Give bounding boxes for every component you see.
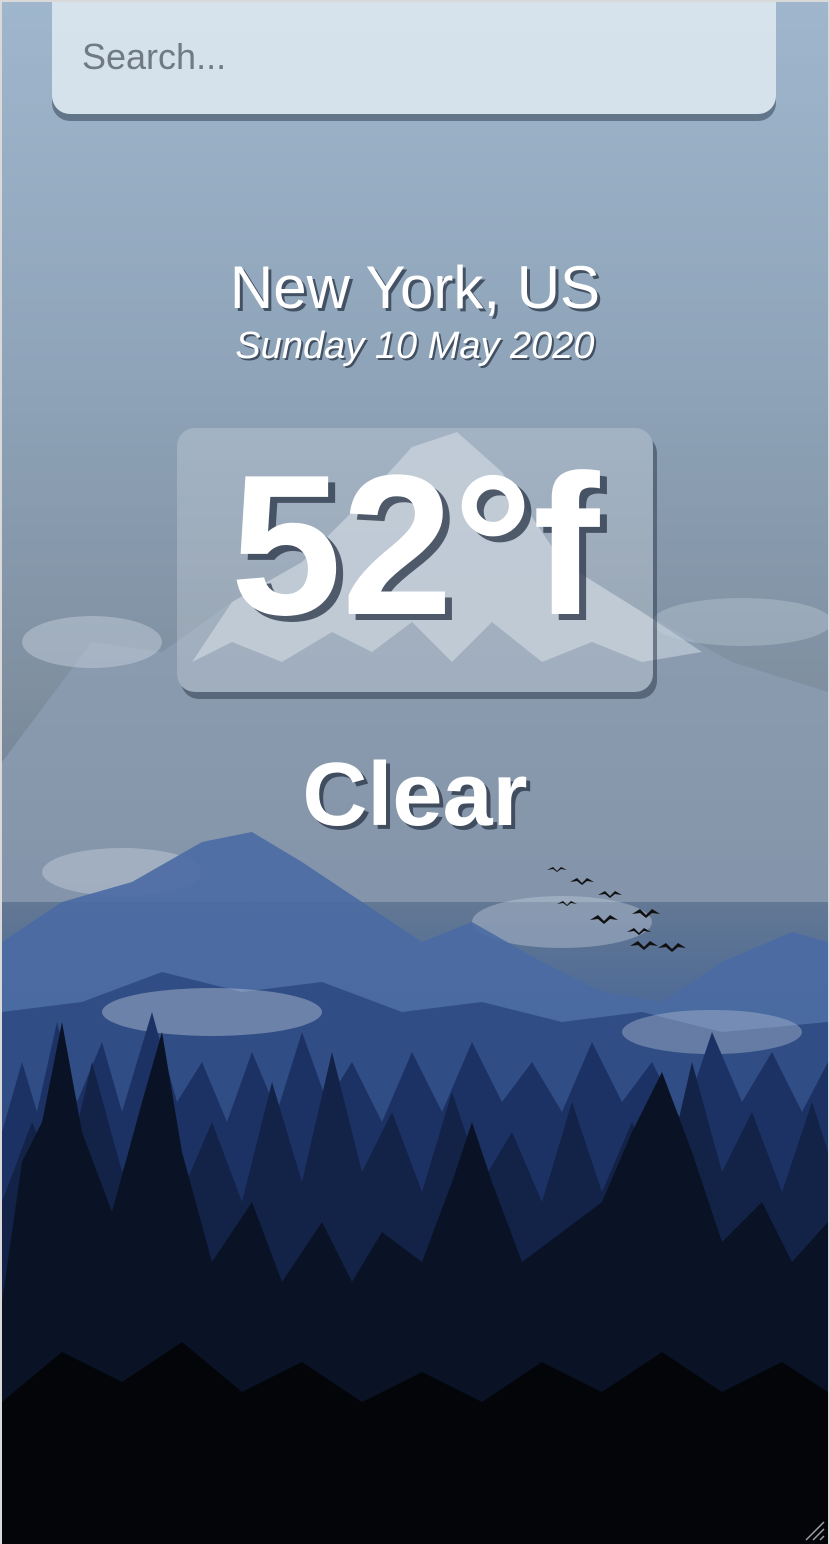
cloud bbox=[652, 598, 828, 646]
temperature-value: 52°f bbox=[230, 434, 600, 657]
date-label: Sunday 10 May 2020 bbox=[235, 325, 595, 367]
weather-app: New York, US Sunday 10 May 2020 52°f Cle… bbox=[2, 2, 828, 1544]
weather-condition: Clear bbox=[302, 745, 528, 845]
search-bar bbox=[52, 2, 776, 114]
location-label: New York, US bbox=[229, 254, 601, 321]
temperature-box: 52°f bbox=[177, 428, 653, 692]
resize-grip-icon[interactable] bbox=[802, 1518, 826, 1542]
cloud bbox=[102, 988, 322, 1036]
cloud bbox=[22, 616, 162, 668]
search-input[interactable] bbox=[52, 2, 776, 114]
